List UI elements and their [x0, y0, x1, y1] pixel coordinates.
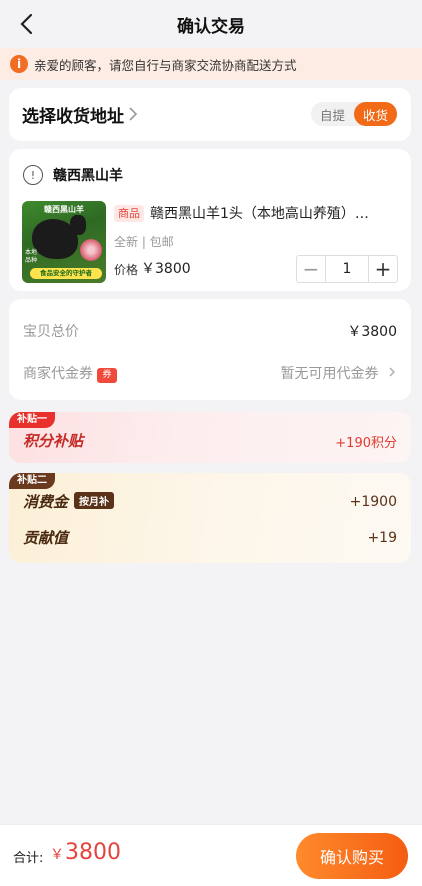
footer-total: ￥3800 [50, 840, 121, 865]
contribution-row: 贡献值 +19 [23, 527, 397, 548]
price-label: 价格 [114, 263, 139, 277]
consumption-value: +1900 [349, 493, 397, 510]
voucher-icon: 券 [97, 368, 117, 383]
chevron-right-icon [129, 107, 138, 121]
minus-icon[interactable]: − [297, 256, 325, 282]
chevron-right-icon [389, 367, 395, 377]
monthly-badge: 按月补 [74, 492, 115, 509]
product-meta: 全新 | 包邮 [114, 235, 174, 249]
bottom-bar: 合计: ￥3800 确认购买 [0, 824, 422, 886]
notice-banner: i 亲爱的顾客，请您自行与商家交流协商配送方式 [0, 48, 422, 80]
voucher-label-group: 商家代金券券 [23, 363, 117, 383]
address-card[interactable]: 选择收货地址 自提 收货 [9, 88, 411, 141]
subsidy-one-tag: 补贴一 [9, 412, 55, 428]
product-tag: 商品 [114, 205, 144, 222]
total-price-row: 宝贝总价 ￥3800 [23, 321, 397, 341]
header: 确认交易 [0, 0, 422, 48]
footer-total-label: 合计: [13, 851, 44, 866]
quantity-value[interactable]: 1 [325, 256, 369, 282]
quantity-stepper[interactable]: − 1 + [296, 255, 398, 283]
goat-head [70, 215, 86, 235]
info-icon: i [10, 55, 28, 73]
notice-text: 亲爱的顾客，请您自行与商家交流协商配送方式 [34, 57, 297, 73]
contribution-value: +19 [367, 529, 397, 546]
subsidy-two-card: 补贴二 消费金 按月补 +1900 贡献值 +19 [9, 473, 411, 563]
product-image[interactable]: 赣西黑山羊 本地 品种 食品安全的守护者 [22, 201, 106, 283]
total-price-label: 宝贝总价 [23, 324, 79, 340]
points-subsidy-value: +190积分 [335, 436, 397, 451]
summary-card: 宝贝总价 ￥3800 商家代金券券 暂无可用代金券 [9, 299, 411, 400]
product-price: ￥3800 [141, 261, 191, 277]
voucher-label: 商家代金券 [23, 366, 93, 382]
thumb-badge: 食品安全的守护者 [30, 268, 102, 279]
footer-total-amount: 3800 [65, 840, 121, 865]
subsidy-one-card: 补贴一 积分补贴 +190积分 [9, 412, 411, 463]
product-card: ! 赣西黑山羊 赣西黑山羊 本地 品种 食品安全的守护者 商品 赣西黑山羊1头（本… [9, 149, 411, 291]
footer-currency: ￥ [50, 847, 64, 863]
plus-icon[interactable]: + [369, 256, 397, 282]
consumption-label-group: 消费金 按月补 [23, 491, 115, 512]
subsidy-two-tag: 补贴二 [9, 473, 55, 489]
voucher-row[interactable]: 商家代金券券 暂无可用代金券 [23, 363, 397, 383]
shop-icon: ! [23, 165, 43, 185]
consumption-label: 消费金 [23, 493, 69, 511]
page-title: 确认交易 [177, 17, 245, 37]
thumb-side-label: 本地 品种 [25, 249, 38, 264]
seller-name: 赣西黑山羊 [53, 168, 123, 184]
meat-illustration [80, 239, 102, 261]
total-price-value: ￥3800 [347, 324, 397, 340]
seller-row[interactable]: ! 赣西黑山羊 [23, 165, 123, 185]
consumption-row: 消费金 按月补 +1900 [23, 491, 397, 512]
contribution-label: 贡献值 [23, 529, 69, 547]
pickup-option[interactable]: 自提 [311, 102, 354, 126]
delivery-mode-toggle[interactable]: 自提 收货 [311, 102, 397, 126]
thumb-title: 赣西黑山羊 [44, 205, 84, 214]
points-subsidy-label: 积分补贴 [23, 432, 84, 450]
product-name[interactable]: 赣西黑山羊1头（本地高山养殖）… [150, 203, 400, 223]
confirm-purchase-button[interactable]: 确认购买 [296, 833, 408, 879]
voucher-value: 暂无可用代金券 [280, 366, 379, 382]
delivery-option[interactable]: 收货 [354, 102, 397, 126]
address-label[interactable]: 选择收货地址 [22, 102, 124, 127]
voucher-value-group[interactable]: 暂无可用代金券 [281, 363, 397, 383]
